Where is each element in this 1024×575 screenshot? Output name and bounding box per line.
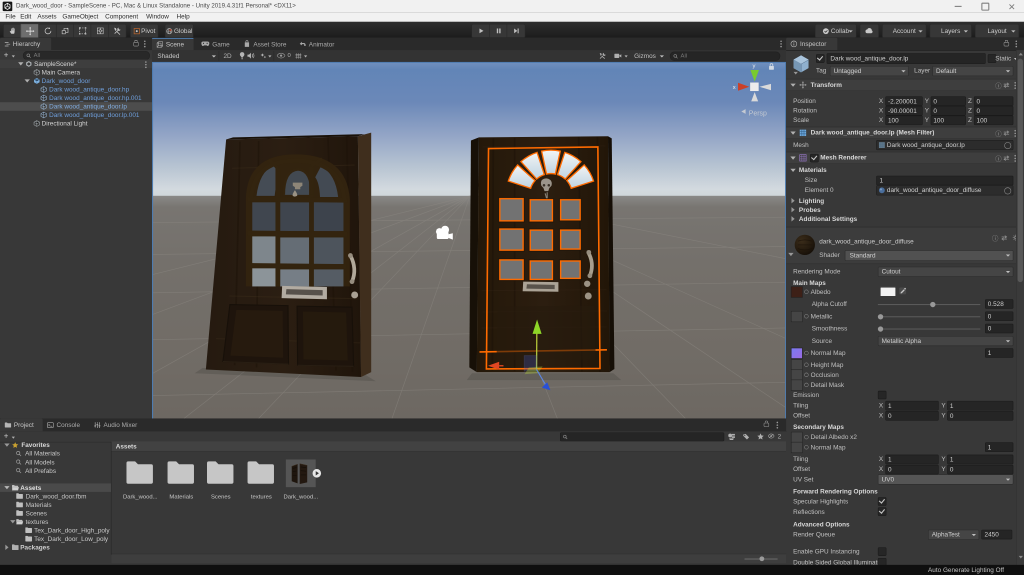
- svg-text:x: x: [733, 85, 736, 91]
- svg-text:y: y: [753, 64, 756, 70]
- svg-text:Persp: Persp: [749, 111, 767, 118]
